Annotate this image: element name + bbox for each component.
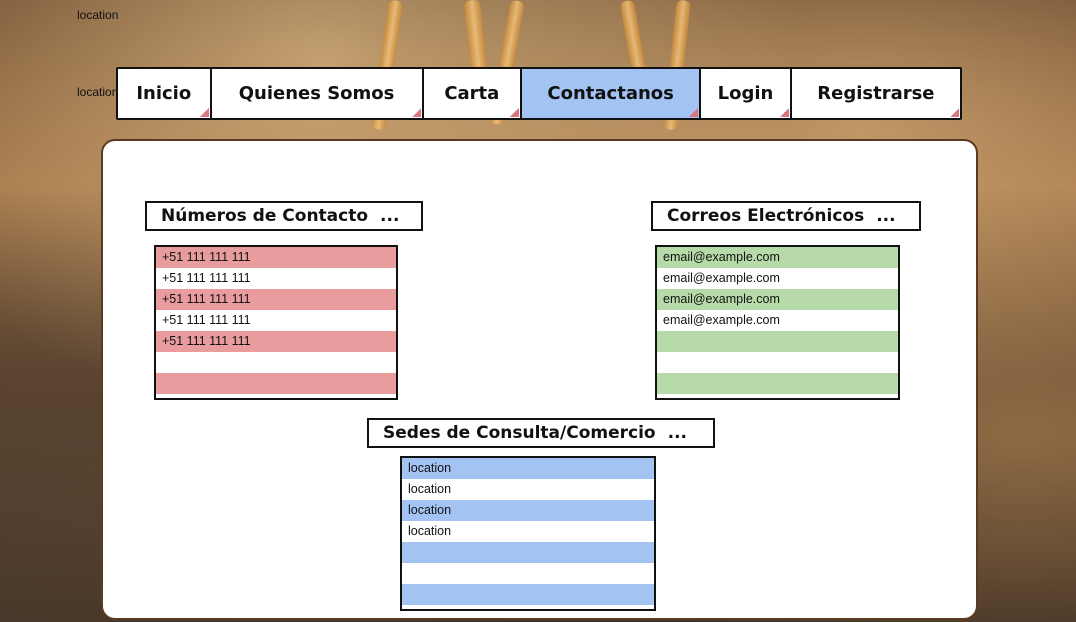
main-nav: Inicio Quienes Somos Carta Contactanos L…	[116, 67, 962, 120]
link-corner-icon	[949, 108, 959, 117]
nav-item-label: Quienes Somos	[238, 83, 395, 104]
location-label: location	[77, 85, 119, 99]
list-item[interactable]: +51 111 111 111	[156, 331, 396, 352]
nav-item-label: Registrarse	[817, 83, 935, 104]
list-item[interactable]: +51 111 111 111	[156, 268, 396, 289]
list-item[interactable]: +51 111 111 111	[156, 247, 396, 268]
link-corner-icon	[411, 108, 421, 117]
link-corner-icon	[199, 108, 209, 117]
list-item[interactable]	[402, 542, 654, 563]
list-item[interactable]	[657, 373, 898, 394]
list-item[interactable]: email@example.com	[657, 247, 898, 268]
section-title-label: Sedes de Consulta/Comercio	[383, 423, 656, 443]
more-icon[interactable]: ...	[380, 206, 399, 226]
list-item[interactable]	[657, 331, 898, 352]
more-icon[interactable]: ...	[668, 423, 687, 443]
nav-item-carta[interactable]: Carta	[423, 69, 523, 118]
section-title-label: Correos Electrónicos	[667, 206, 865, 226]
nav-item-label: Contactanos	[547, 83, 674, 104]
nav-item-inicio[interactable]: Inicio	[118, 69, 212, 118]
link-corner-icon	[689, 108, 699, 117]
more-icon[interactable]: ...	[876, 206, 895, 226]
list-item[interactable]: email@example.com	[657, 289, 898, 310]
list-item[interactable]: +51 111 111 111	[156, 289, 396, 310]
section-title-sedes: Sedes de Consulta/Comercio ...	[367, 418, 715, 448]
link-corner-icon	[779, 108, 789, 117]
list-item[interactable]: email@example.com	[657, 268, 898, 289]
location-label: location	[77, 8, 119, 22]
section-title-label: Números de Contacto	[161, 206, 369, 226]
nav-item-quienes-somos[interactable]: Quienes Somos	[211, 69, 424, 118]
list-item[interactable]: location	[402, 521, 654, 542]
list-item[interactable]	[402, 584, 654, 605]
list-item[interactable]: email@example.com	[657, 310, 898, 331]
nav-item-contactanos[interactable]: Contactanos	[522, 69, 702, 118]
section-title-correos: Correos Electrónicos ...	[651, 201, 921, 231]
list-numeros: +51 111 111 111 +51 111 111 111 +51 111 11…	[154, 245, 398, 400]
list-sedes: location location location location	[400, 456, 656, 611]
list-item[interactable]: location	[402, 500, 654, 521]
list-item[interactable]	[402, 563, 654, 584]
section-title-numeros: Números de Contacto ...	[145, 201, 423, 231]
list-item[interactable]: location	[402, 479, 654, 500]
list-item[interactable]	[657, 352, 898, 373]
list-item[interactable]	[156, 373, 396, 394]
list-item[interactable]	[156, 352, 396, 373]
nav-item-registrarse[interactable]: Registrarse	[791, 69, 960, 118]
content-panel: Números de Contacto ... +51 111 111 111 +…	[101, 139, 978, 620]
link-corner-icon	[510, 108, 520, 117]
nav-item-label: Carta	[444, 83, 500, 104]
nav-item-login[interactable]: Login	[701, 69, 792, 118]
list-item[interactable]: location	[402, 458, 654, 479]
nav-item-label: Inicio	[136, 83, 192, 104]
list-correos: email@example.com email@example.com email@…	[655, 245, 900, 400]
list-item[interactable]: +51 111 111 111	[156, 310, 396, 331]
nav-item-label: Login	[717, 83, 774, 104]
